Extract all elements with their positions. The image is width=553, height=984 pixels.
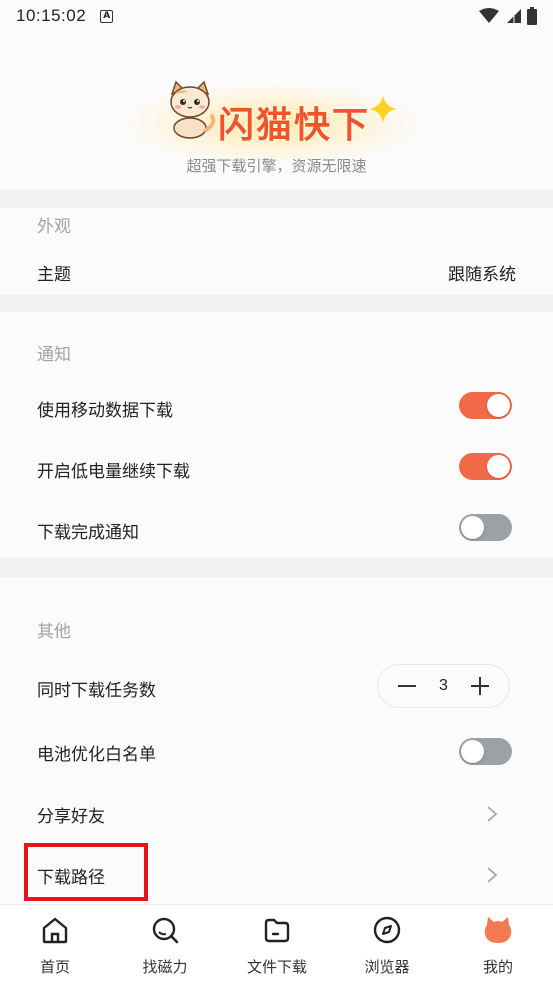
theme-label: 主题 [37,265,71,285]
folder-icon [264,918,290,943]
mobile-data-toggle[interactable] [459,392,512,419]
battery-whitelist-toggle[interactable] [459,738,512,765]
theme-row[interactable]: 主题 跟随系统 [0,248,553,292]
compass-icon [373,916,401,944]
appearance-section: 外观 主题 跟随系统 [0,208,553,295]
section-title-other: 其他 [37,622,71,642]
tab-magnet-search[interactable]: 找磁力 [120,905,210,984]
sparkle-icon [369,95,397,123]
search-icon [152,917,179,944]
cat-mascot-icon [170,80,216,139]
toggle-knob [461,740,484,763]
concurrent-tasks-value: 3 [439,677,448,694]
toggle-knob [487,455,510,478]
tab-magnet-search-label: 找磁力 [142,958,188,976]
section-title-appearance: 外观 [37,217,71,237]
download-complete-label: 下载完成通知 [37,523,139,543]
signal-icon [507,9,521,23]
tab-home-label: 首页 [39,958,70,976]
chevron-right-icon [487,867,498,883]
chevron-right-icon [487,806,498,822]
low-battery-label: 开启低电量继续下载 [37,462,190,482]
notification-a-icon: A [100,9,114,23]
tab-mine-label: 我的 [482,958,513,976]
minus-icon[interactable] [396,675,418,697]
notifications-section: 通知 使用移动数据下载 开启低电量继续下载 下载完成通知 [0,312,553,558]
toggle-knob [487,394,510,417]
tab-browser[interactable]: 浏览器 [342,905,432,984]
app-logo-title: 闪猫快下 [218,105,371,146]
app-header: 闪猫快下 超强下载引擎，资源无限速 [0,32,553,190]
download-complete-toggle[interactable] [459,514,512,541]
mobile-data-label: 使用移动数据下载 [37,401,173,421]
highlight-box [24,843,148,901]
home-icon [42,917,68,944]
tab-mine[interactable]: 我的 [453,905,543,984]
share-friends-row[interactable]: 分享好友 [0,789,553,839]
wifi-icon [479,8,499,23]
low-battery-toggle[interactable] [459,453,512,480]
tab-file-download[interactable]: 文件下载 [232,905,322,984]
concurrent-tasks-label: 同时下载任务数 [37,681,156,701]
theme-value: 跟随系统 [448,265,516,285]
app-tagline: 超强下载引擎，资源无限速 [186,157,367,175]
section-title-notifications: 通知 [37,345,71,365]
cat-avatar-icon [484,917,512,943]
battery-whitelist-label: 电池优化白名单 [37,745,156,765]
concurrent-tasks-stepper[interactable]: 3 [377,664,510,708]
plus-icon[interactable] [469,675,491,697]
tab-browser-label: 浏览器 [364,958,410,976]
bottom-tab-bar: 首页 找磁力 文件下载 浏览器 我的 [0,904,553,984]
tab-file-download-label: 文件下载 [246,958,307,976]
status-icons [479,7,537,25]
share-friends-label: 分享好友 [37,807,105,827]
toggle-knob [461,516,484,539]
status-time: 10:15:02 [16,6,87,25]
status-bar: 10:15:02 A [0,0,553,32]
tab-home[interactable]: 首页 [10,905,100,984]
battery-icon [527,7,537,25]
